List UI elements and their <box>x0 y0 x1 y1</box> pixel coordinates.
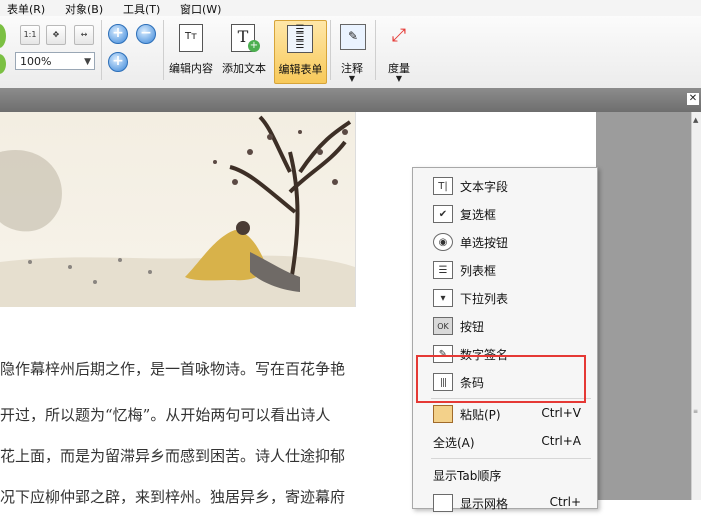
menu-item-shortcut: Ctrl+A <box>541 434 581 448</box>
menu-item-label: 按钮 <box>460 320 485 334</box>
button-icon: OK <box>433 317 453 335</box>
dropdown-list-icon: ▾ <box>433 289 453 307</box>
menu-item-show-grid[interactable]: 显示网格 Ctrl+ <box>413 490 597 516</box>
green-arrow-icon[interactable] <box>0 24 6 48</box>
highlight-annotation-box <box>416 355 586 403</box>
document-text-line: 况下应柳仲郢之辟，来到梓州。独居异乡，寄迹幕府 <box>0 488 346 506</box>
document-text-line: 隐作幕梓州后期之作，是一首咏物诗。写在百花争艳 <box>0 360 346 378</box>
fit-width-button[interactable]: ↔ <box>74 25 94 45</box>
toolbar: 1:1 ✥ ↔ 100% ▼ + − + Tт 编辑内容 T + 添加文本 ☰ ☰… <box>0 16 701 89</box>
ink-painting-image <box>0 115 355 307</box>
annotation-icon: ✎ <box>340 24 366 50</box>
menu-item-label: 显示网格 <box>460 497 509 511</box>
scroll-up-icon[interactable]: ▲ <box>693 116 698 124</box>
zoom-out-button[interactable]: − <box>136 24 156 44</box>
menu-separator <box>431 458 591 459</box>
separator <box>101 20 102 80</box>
chevron-down-icon: ▼ <box>84 57 91 67</box>
green-arrow-icon-2[interactable] <box>0 54 6 74</box>
document-text-line: 花上面，而是为留滞异乡而感到困苦。诗人仕途抑郁 <box>0 447 346 465</box>
menu-item-label: 粘贴(P) <box>460 408 501 422</box>
menu-item-button[interactable]: OK 按钮 <box>413 313 597 339</box>
chevron-down-icon: ▼ <box>348 74 356 83</box>
menu-item-label: 文本字段 <box>460 180 509 194</box>
menu-bar: 表单(R) 对象(B) 工具(T) 窗口(W) <box>0 0 701 17</box>
menu-item-text-field[interactable]: T| 文本字段 <box>413 173 597 199</box>
menu-item-shortcut: Ctrl+V <box>541 406 581 420</box>
separator <box>375 20 376 80</box>
separator <box>163 20 164 80</box>
measure-arrow-icon: ⤢ <box>391 25 407 46</box>
add-text-button[interactable]: T + 添加文本 <box>218 20 270 82</box>
menu-item-label: 下拉列表 <box>460 292 509 306</box>
menu-item-paste[interactable]: 粘贴(P) Ctrl+V <box>413 401 597 427</box>
menu-object[interactable]: 对象(B) <box>65 1 103 17</box>
measure-button[interactable]: ⤢ 度量 ▼ <box>380 20 418 83</box>
menu-form[interactable]: 表单(R) <box>7 1 45 17</box>
menu-item-label: 显示Tab顺序 <box>433 469 502 483</box>
radio-button-icon: ◉ <box>433 233 453 251</box>
menu-item-label: 列表框 <box>460 264 497 278</box>
chevron-down-icon: ▼ <box>395 74 403 83</box>
menu-item-shortcut: Ctrl+ <box>549 495 581 509</box>
document-text-line: 开过，所以题为“忆梅”。从开始两句可以看出诗人 <box>0 406 331 424</box>
fit-page-button[interactable]: ✥ <box>46 25 66 45</box>
menu-item-radio-button[interactable]: ◉ 单选按钮 <box>413 229 597 255</box>
edit-content-button[interactable]: Tт 编辑内容 <box>166 20 216 82</box>
zoom-in-button[interactable]: + <box>108 52 128 72</box>
close-icon[interactable]: ✕ <box>687 93 699 105</box>
annotate-button[interactable]: ✎ 注释 ▼ <box>333 20 371 83</box>
actual-size-button[interactable]: 1:1 <box>20 25 40 45</box>
paste-clipboard-icon <box>433 405 453 423</box>
context-menu: T| 文本字段 ✔ 复选框 ◉ 单选按钮 ☰ 列表框 ▾ 下拉列表 OK 按钮 … <box>412 167 598 512</box>
zoom-out-magnifier-icon[interactable]: + <box>108 24 128 44</box>
menu-item-select-all[interactable]: 全选(A) Ctrl+A <box>413 429 597 455</box>
document-tab-strip: ✕ <box>0 88 701 112</box>
menu-item-label: 复选框 <box>460 208 497 222</box>
zoom-select[interactable]: 100% ▼ <box>15 52 95 70</box>
grid-icon <box>433 494 453 512</box>
edit-form-icon: ☰ ☰ ☰ <box>287 25 313 53</box>
menu-item-dropdown-list[interactable]: ▾ 下拉列表 <box>413 285 597 311</box>
menu-item-label: 全选(A) <box>433 436 475 450</box>
separator <box>330 20 331 80</box>
menu-window[interactable]: 窗口(W) <box>180 1 221 17</box>
menu-tools[interactable]: 工具(T) <box>123 1 160 17</box>
menu-item-label: 单选按钮 <box>460 236 509 250</box>
menu-item-list-box[interactable]: ☰ 列表框 <box>413 257 597 283</box>
menu-item-show-tab-order[interactable]: 显示Tab顺序 <box>413 462 597 488</box>
edit-form-button[interactable]: ☰ ☰ ☰ 编辑表单 <box>274 20 327 84</box>
add-text-label: 添加文本 <box>222 62 266 75</box>
edit-content-icon: Tт <box>179 24 203 52</box>
vertical-scrollbar[interactable]: ▲ ≡ <box>691 112 701 500</box>
plus-icon: + <box>248 40 260 52</box>
list-box-icon: ☰ <box>433 261 453 279</box>
scroll-grip-icon[interactable]: ≡ <box>693 408 700 438</box>
edit-form-label: 编辑表单 <box>278 63 323 76</box>
menu-item-checkbox[interactable]: ✔ 复选框 <box>413 201 597 227</box>
checkbox-icon: ✔ <box>433 205 453 223</box>
document-illustration <box>0 112 356 307</box>
zoom-value: 100% <box>20 55 52 68</box>
page-background <box>596 112 691 500</box>
edit-content-label: 编辑内容 <box>169 62 213 75</box>
text-field-icon: T| <box>433 177 453 195</box>
